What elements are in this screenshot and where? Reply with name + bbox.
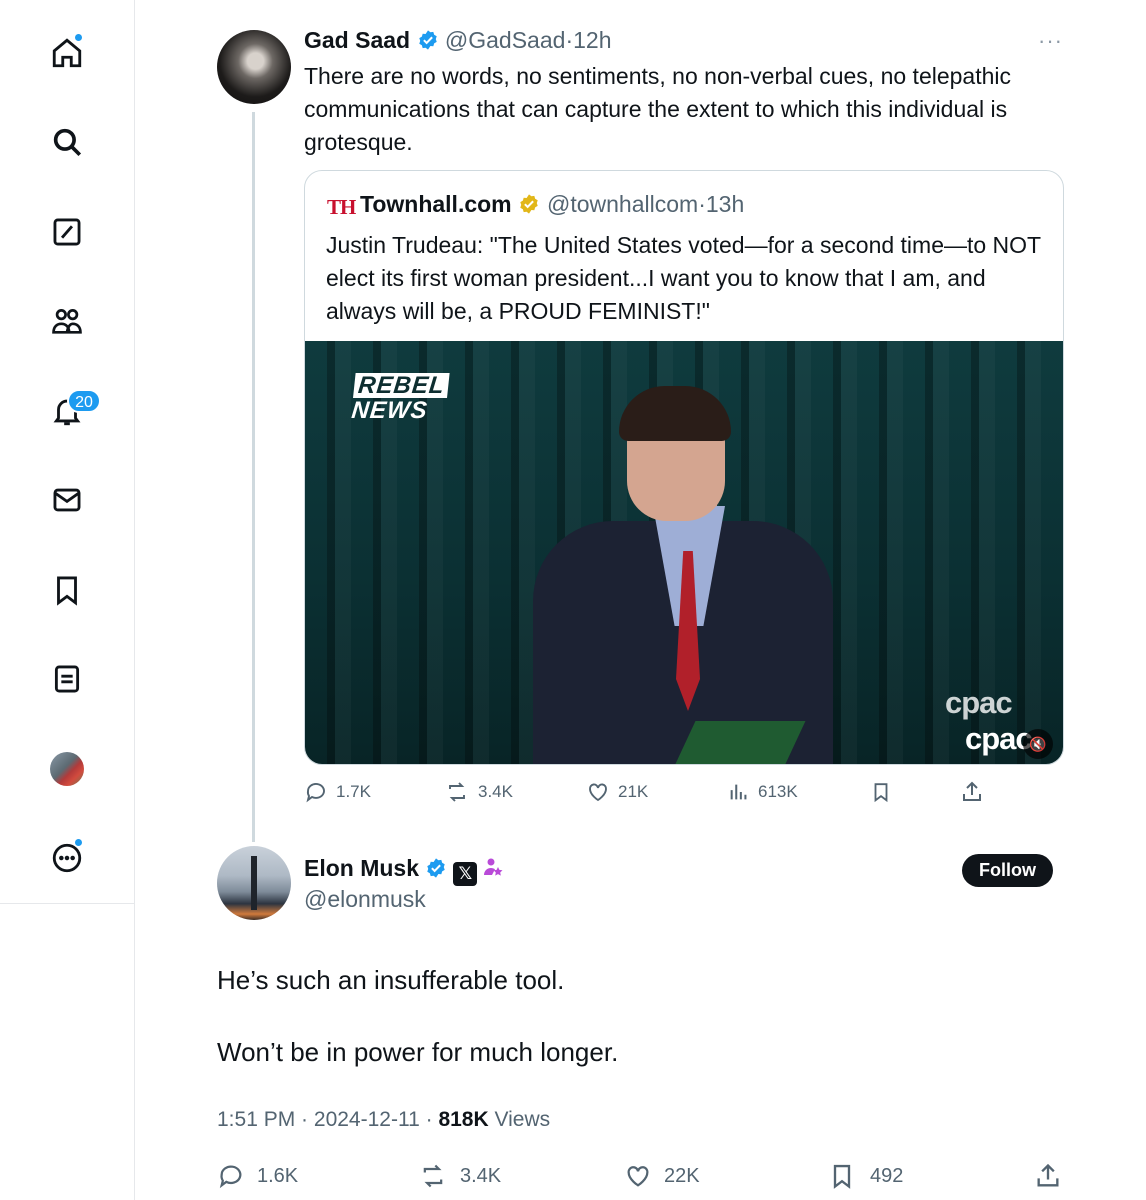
- more-options-icon[interactable]: [44, 835, 90, 881]
- tweet2-author-row: Elon Musk 𝕏: [304, 855, 505, 886]
- reply-icon: [219, 1165, 242, 1189]
- quote-handle-time: @townhallcom·13h: [547, 191, 745, 217]
- quote-video[interactable]: REBEL NEWS cpac cpac 🔇: [305, 341, 1063, 764]
- verified-badge-icon: [418, 30, 437, 50]
- communities-icon[interactable]: [44, 298, 90, 344]
- quote-handle: @townhallcom: [547, 191, 699, 217]
- search-icon[interactable]: [44, 119, 90, 165]
- follow-button[interactable]: Follow: [962, 854, 1053, 887]
- tweet2-reply-button[interactable]: 1.6K: [217, 1162, 298, 1190]
- tweet2-author-name[interactable]: Elon Musk: [304, 855, 419, 881]
- tweet1-handle[interactable]: @GadSaad: [445, 27, 566, 53]
- tweet2-handle[interactable]: @elonmusk: [304, 886, 426, 913]
- cpac-logo-2: cpac: [965, 721, 1033, 756]
- tweet1-reply-button[interactable]: 1.7K: [304, 780, 371, 804]
- thread-connector-line: [252, 112, 255, 842]
- tweet1-author-name[interactable]: Gad Saad: [304, 27, 410, 53]
- tweet1-share-button[interactable]: [960, 780, 984, 804]
- elon-musk-avatar[interactable]: [217, 846, 291, 920]
- gad-saad-avatar[interactable]: [217, 30, 291, 104]
- home-unread-dot: [74, 33, 83, 42]
- quote-author-name: Townhall.com: [360, 191, 540, 218]
- townhall-logo: TH: [327, 195, 356, 219]
- tweet2-like-button[interactable]: 22K: [624, 1162, 700, 1190]
- mute-speaker-icon[interactable]: 🔇: [1023, 729, 1053, 759]
- x-affiliation-icon: 𝕏: [453, 862, 478, 886]
- notification-count-badge: 20: [67, 389, 101, 413]
- government-affiliation-icon: [484, 858, 503, 876]
- tweet1-bookmark-button[interactable]: [870, 780, 892, 804]
- views-chart-icon: [730, 784, 747, 800]
- tweet2-views-label: Views: [494, 1108, 551, 1131]
- lists-icon[interactable]: [44, 656, 90, 702]
- tweet1-more-icon[interactable]: ···: [1038, 28, 1063, 54]
- cpac-logo: cpac: [945, 685, 1013, 720]
- tweet2-views-count: 818K: [438, 1108, 489, 1131]
- gold-verified-badge-icon: [520, 194, 538, 214]
- tweet2-text-line2: Won’t be in power for much longer.: [217, 1037, 619, 1067]
- tweet2-metadata: 1:51 PM · 2024-12-11 · 818K Views: [217, 1108, 551, 1131]
- quote-text: Justin Trudeau: "The United States voted…: [326, 232, 1041, 324]
- sidebar-divider: [0, 903, 135, 904]
- share-icon: [963, 781, 981, 801]
- tweet2-share-button[interactable]: [1034, 1162, 1062, 1190]
- tweet2-time[interactable]: 1:51 PM: [217, 1108, 295, 1131]
- sidebar-nav: 20: [0, 0, 135, 1200]
- bookmark-icon: [833, 1164, 851, 1189]
- repost-icon: [449, 782, 465, 802]
- heart-icon: [627, 1166, 649, 1187]
- profile-avatar[interactable]: [50, 752, 84, 786]
- tweet2-date[interactable]: 2024-12-11: [314, 1108, 420, 1131]
- home-icon[interactable]: [44, 30, 90, 76]
- quote-time: 13h: [705, 191, 745, 217]
- repost-icon: [423, 1164, 443, 1188]
- separator-dot: ·: [565, 27, 574, 53]
- tweet2-bookmark-button[interactable]: 492: [828, 1162, 903, 1190]
- messages-envelope-icon[interactable]: [44, 477, 90, 523]
- reply-icon: [306, 783, 325, 803]
- tweet1-like-button[interactable]: 21K: [586, 780, 648, 804]
- tweet1-views-button[interactable]: 613K: [728, 780, 798, 804]
- rebel-news-watermark: REBEL NEWS: [350, 372, 450, 424]
- quoted-tweet-card[interactable]: TH Townhall.com @townhallcom·13h Justin …: [304, 170, 1064, 765]
- tweet1-repost-button[interactable]: 3.4K: [444, 780, 513, 804]
- bookmark-icon: [874, 783, 888, 803]
- bookmarks-icon[interactable]: [44, 567, 90, 613]
- tweet2-text-line1: He’s such an insufferable tool.: [217, 965, 565, 995]
- share-icon: [1037, 1163, 1059, 1187]
- tweet2-repost-button[interactable]: 3.4K: [418, 1162, 501, 1190]
- more-unread-dot: [74, 838, 83, 847]
- verified-badge-icon: [427, 858, 446, 878]
- tweet1-time[interactable]: 12h: [573, 27, 611, 53]
- grok-icon[interactable]: [44, 209, 90, 255]
- tweet1-text: There are no words, no sentiments, no no…: [304, 63, 1012, 155]
- tweet1-header: Gad Saad @GadSaad·12h: [304, 27, 611, 54]
- heart-icon: [589, 783, 607, 802]
